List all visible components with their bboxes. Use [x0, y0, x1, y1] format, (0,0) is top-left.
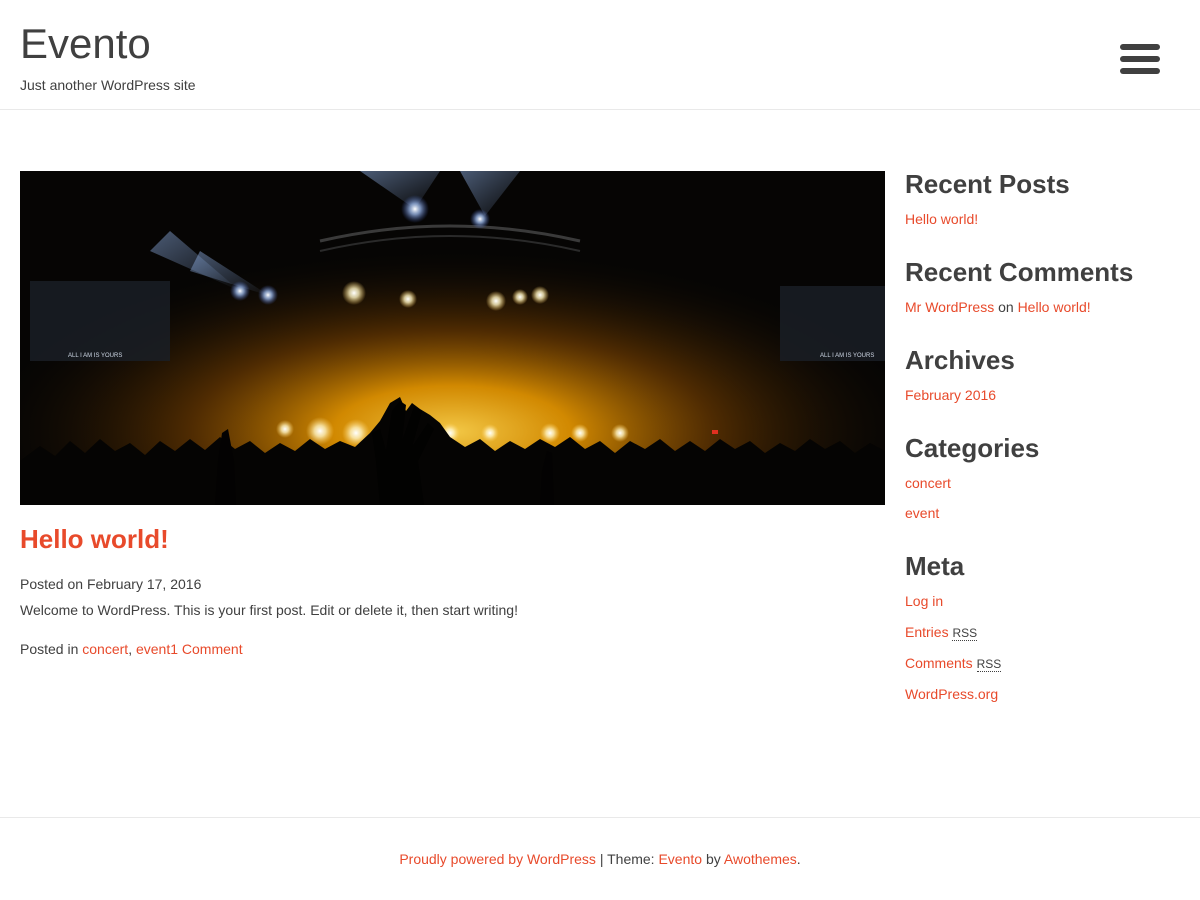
widget-archives: Archives February 2016: [905, 344, 1185, 404]
post-title-link[interactable]: Hello world!: [20, 524, 169, 554]
menu-bar: [1120, 68, 1160, 74]
post-article: ALL I AM IS YOURS ALL I AM IS YOURS Hell…: [20, 171, 885, 658]
post-title[interactable]: Hello world!: [20, 523, 885, 555]
categories-list: concert event: [905, 474, 1185, 522]
theme-link[interactable]: Evento: [658, 851, 702, 867]
comment-on-text: on: [998, 299, 1014, 315]
rss-abbr: RSS: [976, 657, 1002, 672]
stage-screen-text: ALL I AM IS YOURS: [68, 353, 122, 359]
posted-on-label: Posted on: [20, 576, 84, 592]
hamburger-menu-icon[interactable]: [1120, 44, 1160, 76]
category-link-event[interactable]: event: [136, 641, 170, 657]
footer-end: .: [796, 851, 801, 867]
widget-title: Recent Comments: [905, 257, 1134, 287]
site-header: Evento Just another WordPress site: [0, 0, 1200, 110]
widget-recent-comments: Recent Comments Mr WordPress on Hello wo…: [905, 256, 1185, 316]
category-link-event[interactable]: event: [905, 505, 939, 521]
main-content: ALL I AM IS YOURS ALL I AM IS YOURS Hell…: [20, 171, 885, 658]
powered-by-link[interactable]: Proudly powered by WordPress: [399, 851, 596, 867]
theme-label: Theme:: [607, 851, 655, 867]
comment-author-link[interactable]: Mr WordPress: [905, 299, 994, 315]
list-item: WordPress.org: [905, 685, 1185, 703]
menu-bar: [1120, 44, 1160, 50]
menu-bar: [1120, 56, 1160, 62]
recent-posts-list: Hello world!: [905, 210, 1185, 228]
comments-link[interactable]: 1 Comment: [170, 641, 242, 657]
widget-title: Recent Posts: [905, 169, 1070, 199]
category-separator: ,: [128, 641, 133, 657]
site-footer: Proudly powered by WordPress | Theme: Ev…: [0, 817, 1200, 900]
site-description: Just another WordPress site: [20, 77, 196, 93]
entries-rss-link[interactable]: Entries RSS: [905, 624, 978, 641]
widget-recent-posts: Recent Posts Hello world!: [905, 168, 1185, 228]
wordpress-org-link[interactable]: WordPress.org: [905, 686, 998, 702]
post-meta: Posted on February 17, 2016: [20, 575, 885, 593]
posted-in-label: Posted in: [20, 641, 79, 657]
author-link[interactable]: Awothemes: [724, 851, 797, 867]
list-item: concert: [905, 474, 1185, 492]
list-item: Log in: [905, 592, 1185, 610]
recent-post-link[interactable]: Hello world!: [905, 211, 978, 227]
comment-post-link[interactable]: Hello world!: [1018, 299, 1091, 315]
list-item: Entries RSS: [905, 623, 1185, 642]
archive-link[interactable]: February 2016: [905, 387, 996, 403]
widget-title: Categories: [905, 433, 1040, 463]
widget-categories: Categories concert event: [905, 432, 1185, 522]
list-item: February 2016: [905, 386, 1185, 404]
recent-comments-list: Mr WordPress on Hello world!: [905, 298, 1185, 316]
widget-title: Archives: [905, 345, 1015, 375]
widget-title: Meta: [905, 551, 965, 581]
meta-list: Log in Entries RSS Comments RSS WordPres…: [905, 592, 1185, 703]
list-item: Comments RSS: [905, 654, 1185, 673]
comments-label: Comments: [905, 655, 973, 671]
post-date: February 17, 2016: [86, 576, 202, 592]
footer-separator: |: [599, 851, 604, 867]
sidebar: Recent Posts Hello world! Recent Comment…: [905, 168, 1185, 731]
post-footer: Posted in concert, event1 Comment: [20, 640, 885, 658]
featured-image[interactable]: ALL I AM IS YOURS ALL I AM IS YOURS: [20, 171, 885, 505]
category-link-concert[interactable]: concert: [905, 475, 951, 491]
widget-meta: Meta Log in Entries RSS Comments RSS Wor…: [905, 550, 1185, 703]
stage-screen-text: ALL I AM IS YOURS: [820, 353, 874, 359]
site-title[interactable]: Evento: [20, 18, 151, 70]
list-item: Mr WordPress on Hello world!: [905, 298, 1185, 316]
login-link[interactable]: Log in: [905, 593, 943, 609]
archives-list: February 2016: [905, 386, 1185, 404]
by-text: by: [705, 851, 721, 867]
list-item: Hello world!: [905, 210, 1185, 228]
post-excerpt: Welcome to WordPress. This is your first…: [20, 602, 518, 618]
comments-rss-link[interactable]: Comments RSS: [905, 655, 1002, 672]
category-link-concert[interactable]: concert: [82, 641, 128, 657]
rss-abbr: RSS: [952, 626, 978, 641]
entries-label: Entries: [905, 624, 949, 640]
list-item: event: [905, 504, 1185, 522]
